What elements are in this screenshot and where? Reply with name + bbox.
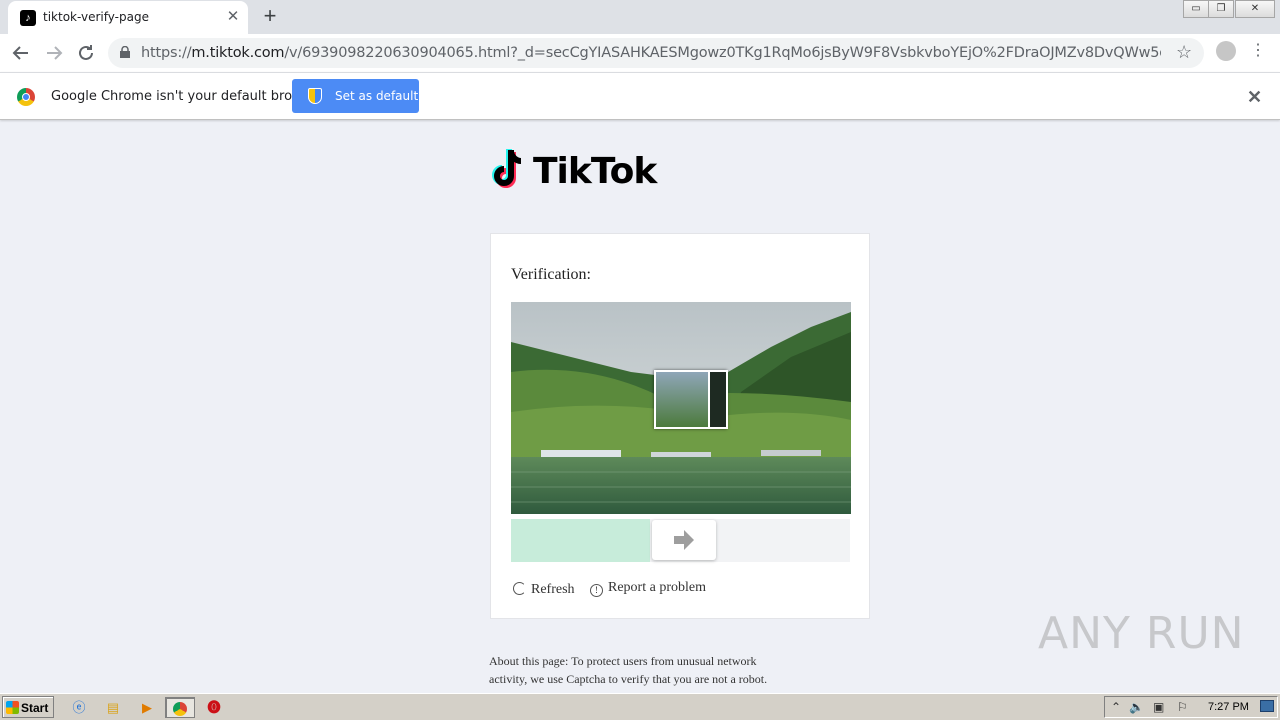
taskbar-clock[interactable]: 7:27 PM bbox=[1208, 701, 1249, 713]
refresh-button[interactable]: Refresh bbox=[513, 580, 575, 598]
shield-icon bbox=[308, 88, 322, 104]
minimize-button[interactable]: ▭ bbox=[1183, 0, 1209, 18]
captcha-card: Verification: Refresh ! Report a problem bbox=[490, 233, 870, 619]
infobar-close-icon[interactable]: ✕ bbox=[1247, 87, 1262, 108]
tray-expand-icon[interactable]: ⌃ bbox=[1111, 700, 1121, 714]
chrome-logo-icon bbox=[17, 88, 35, 106]
opera-icon[interactable]: ⓿ bbox=[199, 697, 229, 718]
tiktok-favicon-icon: ♪ bbox=[20, 10, 36, 26]
slider-progress bbox=[511, 519, 650, 562]
slider-handle[interactable] bbox=[652, 520, 716, 560]
reload-button[interactable] bbox=[74, 41, 98, 65]
back-arrow-icon bbox=[12, 46, 28, 60]
back-button[interactable] bbox=[9, 41, 33, 65]
close-window-button[interactable]: ✕ bbox=[1235, 0, 1275, 18]
default-browser-infobar: Google Chrome isn't your default browser… bbox=[0, 72, 1280, 120]
bookmark-star-icon[interactable]: ☆ bbox=[1176, 42, 1192, 63]
verification-title: Verification: bbox=[511, 266, 591, 283]
tab-title: tiktok-verify-page bbox=[43, 10, 149, 24]
browser-menu-icon[interactable]: ⋮ bbox=[1250, 42, 1266, 60]
tiktok-wordmark: TikTok bbox=[533, 151, 657, 192]
captcha-slider-track bbox=[511, 519, 850, 562]
report-problem-button[interactable]: ! Report a problem bbox=[590, 580, 706, 597]
captcha-puzzle-image bbox=[511, 302, 851, 514]
windows-taskbar: Start ⓔ ▤ ▶ ⓿ ⌃ 🔈 ▣ ⚐ 7:27 PM bbox=[0, 693, 1280, 720]
network-icon[interactable]: ▣ bbox=[1153, 700, 1164, 714]
address-bar[interactable]: https://m.tiktok.com/v/69390982206309040… bbox=[108, 38, 1204, 68]
browser-toolbar: https://m.tiktok.com/v/69390982206309040… bbox=[0, 34, 1280, 72]
arrow-right-icon bbox=[674, 530, 694, 550]
forward-arrow-icon bbox=[47, 46, 63, 60]
puzzle-gap bbox=[708, 370, 728, 429]
tiktok-note-icon bbox=[492, 149, 522, 188]
media-player-icon[interactable]: ▶ bbox=[132, 697, 162, 718]
action-center-flag-icon[interactable]: ⚐ bbox=[1177, 700, 1188, 714]
new-tab-button[interactable]: + bbox=[259, 5, 281, 27]
lock-icon bbox=[120, 46, 130, 58]
restore-button[interactable]: ❐ bbox=[1208, 0, 1234, 18]
show-desktop-icon[interactable] bbox=[1260, 700, 1274, 712]
chrome-taskbar-icon[interactable] bbox=[165, 697, 195, 718]
about-page-text: About this page: To protect users from u… bbox=[489, 654, 768, 686]
anyrun-watermark: ANY RUN bbox=[1038, 608, 1245, 659]
browser-tab[interactable]: ♪ tiktok-verify-page ✕ bbox=[8, 1, 248, 34]
system-tray: ⌃ 🔈 ▣ ⚐ bbox=[1104, 696, 1278, 718]
volume-icon[interactable]: 🔈 bbox=[1129, 700, 1144, 714]
start-button[interactable]: Start bbox=[2, 696, 54, 718]
profile-avatar-icon[interactable] bbox=[1216, 41, 1236, 61]
info-circle-icon: ! bbox=[590, 584, 603, 597]
forward-button[interactable] bbox=[42, 41, 66, 65]
set-as-default-button[interactable]: Set as default bbox=[292, 79, 419, 113]
reload-icon bbox=[79, 45, 93, 60]
tab-strip: ♪ tiktok-verify-page ✕ + ▭ ❐ ✕ bbox=[0, 0, 1280, 34]
refresh-icon bbox=[513, 582, 526, 595]
windows-flag-icon bbox=[6, 701, 19, 714]
file-explorer-icon[interactable]: ▤ bbox=[98, 697, 128, 718]
url-text: https://m.tiktok.com/v/69390982206309040… bbox=[141, 45, 1161, 61]
tab-close-icon[interactable]: ✕ bbox=[224, 8, 242, 26]
infobar-message: Google Chrome isn't your default browser bbox=[51, 89, 323, 104]
internet-explorer-icon[interactable]: ⓔ bbox=[64, 697, 94, 718]
